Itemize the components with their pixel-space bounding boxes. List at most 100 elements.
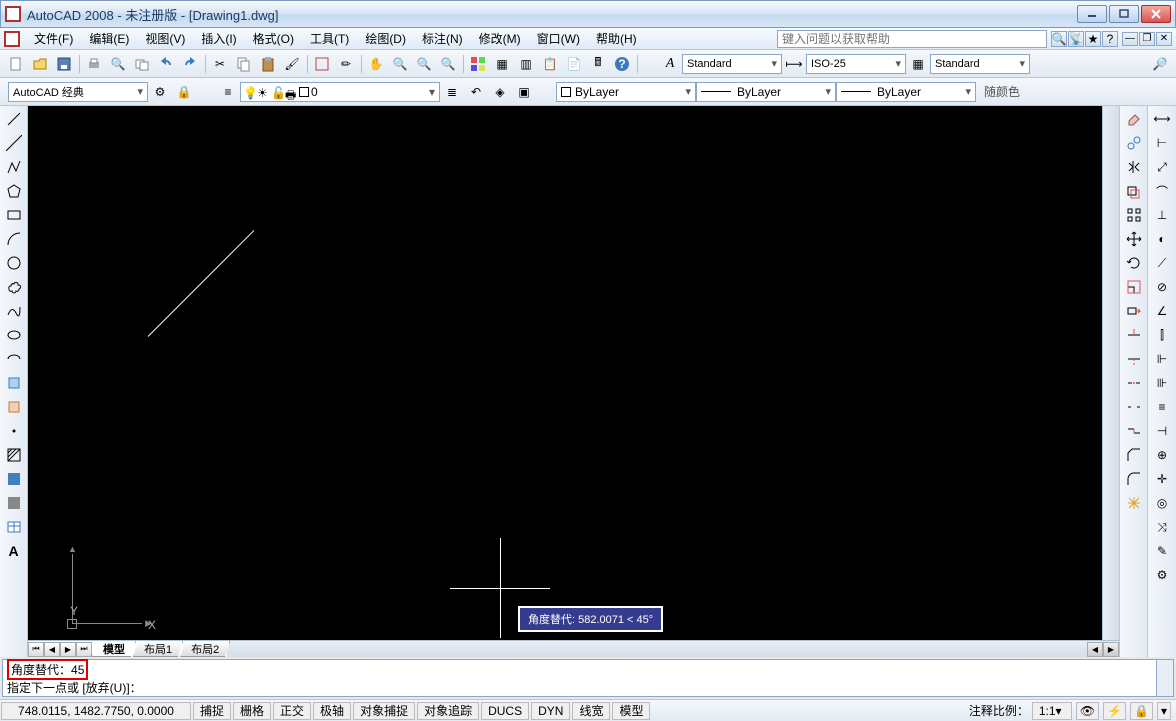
text-style-icon[interactable]: A bbox=[659, 53, 681, 75]
linetype-dropdown[interactable]: ByLayer bbox=[696, 82, 836, 102]
dim-linear-icon[interactable]: ⊢ bbox=[1151, 132, 1173, 154]
inspect-icon[interactable]: ◎ bbox=[1151, 492, 1173, 514]
menu-dimension[interactable]: 标注(N) bbox=[414, 27, 471, 50]
design-center-icon[interactable]: ▦ bbox=[491, 53, 513, 75]
dim-edit-icon[interactable]: ✎ bbox=[1151, 540, 1173, 562]
close-button[interactable] bbox=[1141, 5, 1171, 23]
status-snap[interactable]: 捕捉 bbox=[193, 702, 231, 720]
cut-icon[interactable]: ✂ bbox=[209, 53, 231, 75]
dim-style-icon[interactable]: ⟼ bbox=[783, 53, 805, 75]
dim-jogged-icon[interactable]: ⟋ bbox=[1151, 252, 1173, 274]
copy-icon[interactable] bbox=[233, 53, 255, 75]
tab-prev-button[interactable]: ◀ bbox=[44, 642, 60, 657]
rectangle-icon[interactable] bbox=[3, 204, 25, 226]
favorites-icon[interactable]: ★ bbox=[1085, 31, 1101, 47]
line-icon[interactable] bbox=[3, 108, 25, 130]
ellipse-arc-icon[interactable] bbox=[3, 348, 25, 370]
help-icon[interactable]: ? bbox=[611, 53, 633, 75]
gradient-icon[interactable] bbox=[3, 468, 25, 490]
maximize-button[interactable] bbox=[1109, 5, 1139, 23]
status-coordinates[interactable]: 748.0115, 1482.7750, 0.0000 bbox=[1, 702, 191, 720]
join-icon[interactable] bbox=[1123, 420, 1145, 442]
dim-continue-icon[interactable]: ⊪ bbox=[1151, 372, 1173, 394]
dim-jogline-icon[interactable]: ⤨ bbox=[1151, 516, 1173, 538]
layer-isolate-icon[interactable]: ◈ bbox=[489, 81, 511, 103]
publish-icon[interactable] bbox=[131, 53, 153, 75]
dim-quick-icon[interactable]: ⫿ bbox=[1151, 324, 1173, 346]
arc-icon[interactable] bbox=[3, 228, 25, 250]
new-icon[interactable] bbox=[5, 53, 27, 75]
command-scrollbar[interactable] bbox=[1157, 659, 1174, 697]
table-icon[interactable] bbox=[3, 516, 25, 538]
tolerance-icon[interactable]: ⊕ bbox=[1151, 444, 1173, 466]
menu-file[interactable]: 文件(F) bbox=[26, 27, 81, 50]
point-icon[interactable] bbox=[3, 420, 25, 442]
doc-close-button[interactable]: ✕ bbox=[1156, 32, 1172, 46]
dim-aligned-icon[interactable]: ⤢ bbox=[1151, 156, 1173, 178]
scroll-left-button[interactable]: ◀ bbox=[1087, 642, 1103, 657]
revision-cloud-icon[interactable] bbox=[3, 276, 25, 298]
workspace-settings-icon[interactable]: ⚙ bbox=[149, 81, 171, 103]
doc-minimize-button[interactable]: — bbox=[1122, 32, 1138, 46]
status-grid[interactable]: 栅格 bbox=[233, 702, 271, 720]
stretch-icon[interactable] bbox=[1123, 300, 1145, 322]
status-polar[interactable]: 极轴 bbox=[313, 702, 351, 720]
copy-tool-icon[interactable] bbox=[1123, 132, 1145, 154]
info-icon[interactable]: ? bbox=[1102, 31, 1118, 47]
markup-icon[interactable]: 📄 bbox=[563, 53, 585, 75]
array-icon[interactable] bbox=[1123, 204, 1145, 226]
layer-manager-icon[interactable]: ≡ bbox=[217, 81, 239, 103]
spline-icon[interactable] bbox=[3, 300, 25, 322]
app-menu-icon[interactable] bbox=[4, 31, 20, 47]
layer-dropdown[interactable]: 💡 ☀ 🔓 🖶 0 bbox=[240, 82, 440, 102]
dim-angular-icon[interactable]: ∠ bbox=[1151, 300, 1173, 322]
tab-first-button[interactable]: ⏮ bbox=[28, 642, 44, 657]
zoom-realtime-icon[interactable]: 🔍 bbox=[389, 53, 411, 75]
dim-style-dropdown[interactable]: ISO-25 bbox=[806, 54, 906, 74]
tab-model[interactable]: 模型 bbox=[92, 641, 136, 657]
status-ducs[interactable]: DUCS bbox=[481, 702, 529, 720]
match-properties-icon[interactable]: 🖌 bbox=[281, 53, 303, 75]
menu-format[interactable]: 格式(O) bbox=[245, 27, 302, 50]
zoom-previous-icon[interactable]: 🔍 bbox=[437, 53, 459, 75]
erase-tool-icon[interactable] bbox=[1123, 108, 1145, 130]
redo-icon[interactable] bbox=[179, 53, 201, 75]
tab-layout2[interactable]: 布局2 bbox=[180, 641, 230, 657]
annotation-visibility-icon[interactable]: 👁 bbox=[1076, 702, 1099, 720]
help-search-input[interactable] bbox=[777, 30, 1047, 48]
scroll-right-button[interactable]: ▶ bbox=[1103, 642, 1119, 657]
fillet-icon[interactable] bbox=[1123, 468, 1145, 490]
distance-icon[interactable]: ⟷ bbox=[1151, 108, 1173, 130]
workspace-lock-icon[interactable]: 🔒 bbox=[173, 81, 195, 103]
menu-draw[interactable]: 绘图(D) bbox=[357, 27, 414, 50]
tab-last-button[interactable]: ⏭ bbox=[76, 642, 92, 657]
layer-previous-icon[interactable]: ↶ bbox=[465, 81, 487, 103]
ellipse-icon[interactable] bbox=[3, 324, 25, 346]
region-icon[interactable] bbox=[3, 492, 25, 514]
menu-insert[interactable]: 插入(I) bbox=[193, 27, 244, 50]
dim-ordinate-icon[interactable]: ⊥ bbox=[1151, 204, 1173, 226]
circle-icon[interactable] bbox=[3, 252, 25, 274]
quickcalc-icon[interactable]: 🖩 bbox=[587, 53, 609, 75]
status-otrack[interactable]: 对象追踪 bbox=[417, 702, 479, 720]
find-icon[interactable]: 🔎 bbox=[1149, 53, 1171, 75]
status-dyn[interactable]: DYN bbox=[531, 702, 570, 720]
tool-palettes-icon[interactable]: ▥ bbox=[515, 53, 537, 75]
polygon-icon[interactable] bbox=[3, 180, 25, 202]
lineweight-dropdown[interactable]: ByLayer bbox=[836, 82, 976, 102]
chamfer-icon[interactable] bbox=[1123, 444, 1145, 466]
save-icon[interactable] bbox=[53, 53, 75, 75]
comm-center-icon[interactable]: 📡 bbox=[1068, 31, 1084, 47]
insert-block-icon[interactable] bbox=[3, 372, 25, 394]
table-style-icon[interactable]: ▦ bbox=[907, 53, 929, 75]
trim-icon[interactable] bbox=[1123, 324, 1145, 346]
dim-arc-icon[interactable]: ⌒ bbox=[1151, 180, 1173, 202]
undo-icon[interactable] bbox=[155, 53, 177, 75]
construction-line-icon[interactable] bbox=[3, 132, 25, 154]
layer-states-icon[interactable]: ≣ bbox=[441, 81, 463, 103]
annotation-scale-dropdown[interactable]: 1:1 ▾ bbox=[1032, 702, 1072, 720]
status-ortho[interactable]: 正交 bbox=[273, 702, 311, 720]
menu-modify[interactable]: 修改(M) bbox=[471, 27, 529, 50]
erase-icon[interactable]: ✏ bbox=[335, 53, 357, 75]
layer-match-icon[interactable]: ▣ bbox=[513, 81, 535, 103]
